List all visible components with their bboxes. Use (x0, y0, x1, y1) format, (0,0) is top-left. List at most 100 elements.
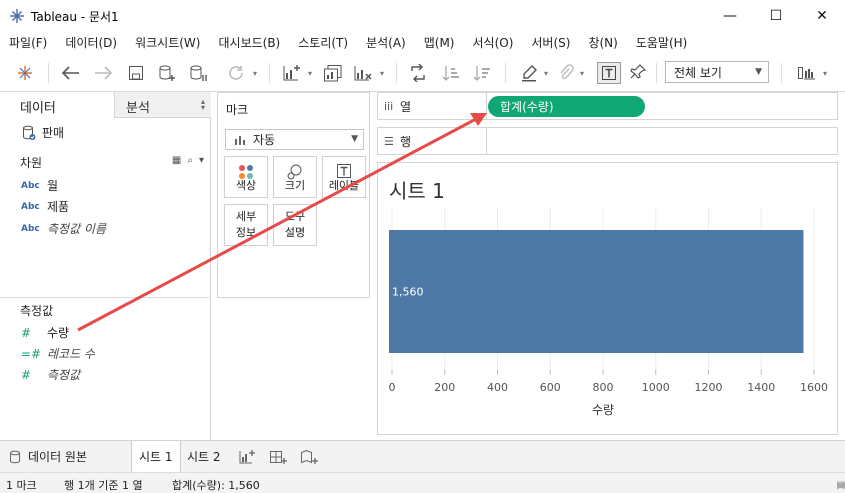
swap-rows-columns-icon[interactable] (407, 62, 429, 84)
clear-sheet-dropdown-icon[interactable]: ▾ (377, 62, 387, 84)
x-tick-label: 1400 (747, 381, 775, 394)
database-icon (10, 450, 20, 463)
close-button[interactable]: ✕ (799, 0, 845, 32)
string-type-icon: Abc (21, 223, 40, 234)
new-worksheet-icon[interactable] (281, 62, 303, 84)
filmstrip-icon[interactable]: ▭ (837, 480, 845, 491)
measure-field-measure-values[interactable]: # 측정값 (21, 366, 80, 383)
tooltip-label-line2: 설명 (284, 226, 306, 239)
dimension-field-measure-names[interactable]: Abc 측정값 이름 (21, 220, 106, 237)
highlight-icon[interactable] (518, 62, 540, 84)
rows-shelf-label: ☰ 행 (378, 128, 487, 154)
tab-analysis[interactable]: 분석 ▴ ▾ (115, 92, 211, 118)
maximize-button[interactable]: ☐ (753, 0, 799, 32)
highlight-dropdown-icon[interactable]: ▾ (541, 62, 551, 84)
menu-data[interactable]: 데이터(D) (56, 34, 126, 51)
field-label: 제품 (47, 200, 70, 214)
rows-shelf[interactable]: ☰ 행 (377, 127, 838, 155)
toolbar-separator (48, 63, 49, 83)
group-dropdown-icon[interactable]: ▾ (577, 62, 587, 84)
measure-field-record-count[interactable]: =# 레코드 수 (21, 345, 95, 362)
menu-worksheet[interactable]: 워크시트(W) (126, 34, 209, 51)
datasource-tab[interactable]: 데이터 원본 (2, 441, 94, 472)
forward-arrow-icon[interactable] (92, 62, 114, 84)
dimension-field-product[interactable]: Abc 제품 (21, 198, 69, 215)
mark-type-value: 자동 (253, 133, 276, 147)
bar[interactable] (389, 230, 804, 353)
datasource-item[interactable]: 판매 (22, 124, 64, 141)
new-worksheet-dropdown-icon[interactable]: ▾ (305, 62, 315, 84)
menu-server[interactable]: 서버(S) (522, 34, 579, 51)
back-arrow-icon[interactable] (60, 62, 82, 84)
color-button[interactable]: 색상 (224, 156, 268, 198)
tableau-app-icon (10, 9, 24, 23)
search-icon[interactable]: ⌕ (187, 155, 193, 166)
mark-type-select[interactable]: 자동 ▼ (225, 129, 364, 150)
calculated-number-type-icon: =# (21, 346, 42, 361)
measure-field-quantity[interactable]: # 수량 (21, 324, 69, 341)
menu-map[interactable]: 맵(M) (415, 34, 464, 51)
toolbar-separator (396, 63, 397, 83)
chevron-down-icon[interactable]: ▾ (199, 155, 204, 166)
menu-file[interactable]: 파일(F) (0, 34, 56, 51)
data-pane: 데이터 분석 ▴ ▾ 판매 차원 ▦ ⌕ ▾ Abc 월 Abc 제품 Abc 측… (0, 92, 211, 440)
new-worksheet-tab-icon[interactable] (231, 441, 263, 472)
new-dashboard-tab-icon[interactable] (262, 441, 294, 472)
x-tick-label: 200 (434, 381, 455, 394)
duplicate-sheet-icon[interactable] (322, 62, 344, 84)
size-button[interactable]: 크기 (273, 156, 317, 198)
minimize-button[interactable]: — (707, 0, 753, 32)
dimension-tools: ▦ ⌕ ▾ (172, 155, 204, 166)
show-me-dropdown-icon[interactable]: ▾ (820, 62, 830, 84)
x-tick-label: 800 (593, 381, 614, 394)
tab-data[interactable]: 데이터 (0, 92, 115, 118)
x-tick-label: 400 (487, 381, 508, 394)
measures-header: 측정값 (20, 304, 54, 318)
sheet-tab-2[interactable]: 시트 2 (180, 441, 228, 472)
sum-quantity-pill[interactable]: 합계(수량) (488, 96, 645, 117)
new-story-tab-icon[interactable] (293, 441, 325, 472)
sheet-tab-bar: 데이터 원본 시트 1 시트 2 (0, 440, 845, 472)
tableau-logo-icon[interactable] (14, 62, 36, 84)
toolbar-separator (505, 63, 506, 83)
field-label: 월 (47, 179, 59, 193)
show-labels-icon[interactable] (597, 62, 621, 84)
menu-bar: 파일(F) 데이터(D) 워크시트(W) 대시보드(B) 스토리(T) 분석(A… (0, 32, 845, 52)
tooltip-button[interactable]: 도구 설명 (273, 204, 317, 246)
menu-dashboard[interactable]: 대시보드(B) (209, 34, 289, 51)
bar-data-label: 1,560 (392, 286, 424, 299)
label-button[interactable]: 레이블 (322, 156, 366, 198)
sort-descending-icon[interactable] (471, 62, 493, 84)
menu-story[interactable]: 스토리(T) (289, 34, 357, 51)
sort-ascending-icon[interactable] (440, 62, 462, 84)
refresh-dropdown-icon[interactable]: ▾ (250, 62, 260, 84)
view-list-icon[interactable]: ▦ (172, 155, 181, 166)
clear-sheet-icon[interactable] (352, 62, 374, 84)
fit-select[interactable]: 전체 보기 ▼ (665, 61, 769, 83)
toolbar-separator (269, 63, 270, 83)
color-icon (225, 163, 267, 181)
columns-label: 열 (400, 99, 412, 114)
group-icon[interactable] (556, 62, 576, 84)
refresh-icon[interactable] (226, 62, 246, 84)
data-pane-tabs: 데이터 분석 ▴ ▾ (0, 92, 211, 118)
save-icon[interactable] (125, 62, 147, 84)
sheet-tab-1[interactable]: 시트 1 (131, 441, 181, 472)
status-rows-columns: 행 1개 기준 1 열 (64, 479, 143, 492)
menu-format[interactable]: 서식(O) (464, 34, 523, 51)
pane-divider (0, 297, 211, 298)
menu-help[interactable]: 도움말(H) (627, 34, 697, 51)
menu-window[interactable]: 창(N) (579, 34, 626, 51)
show-me-icon[interactable] (795, 62, 819, 84)
toolbar-separator (781, 63, 782, 83)
pin-axes-icon[interactable] (628, 62, 648, 84)
x-tick-label: 600 (540, 381, 561, 394)
dimension-field-month[interactable]: Abc 월 (21, 177, 58, 194)
dimensions-header: 차원 (20, 156, 43, 170)
number-type-icon: # (21, 325, 32, 340)
pause-updates-icon[interactable] (186, 62, 210, 84)
detail-button[interactable]: 세부 정보 (224, 204, 268, 246)
new-datasource-icon[interactable] (155, 62, 179, 84)
label-icon (323, 163, 365, 179)
menu-analysis[interactable]: 분석(A) (357, 34, 415, 51)
